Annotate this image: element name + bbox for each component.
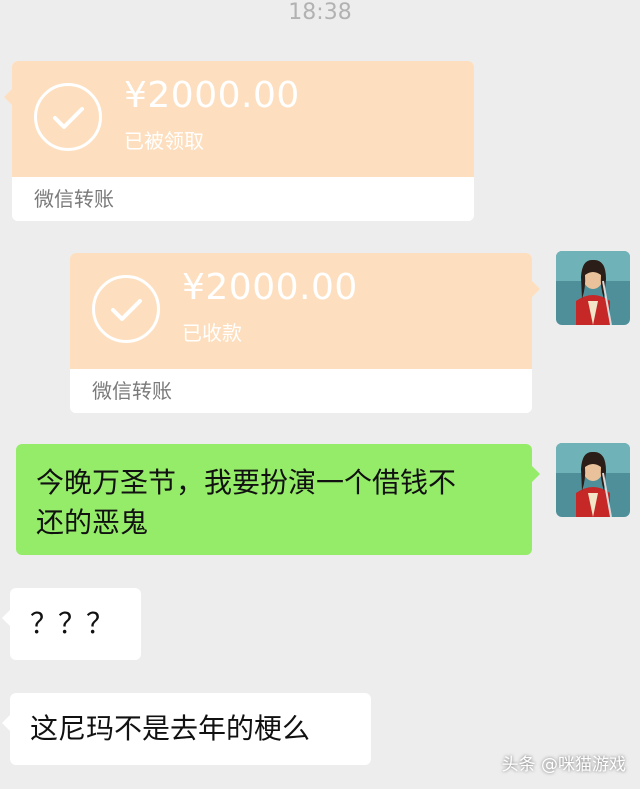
message-line-2: 还的恶鬼 bbox=[36, 506, 149, 539]
chat-bubble-received[interactable]: ？？？ bbox=[2, 588, 141, 660]
transfer-amount: ¥2000.00 bbox=[124, 75, 300, 116]
watermark: 头条 @咪猫游戏 bbox=[501, 755, 626, 775]
bubble-tail bbox=[2, 715, 10, 731]
transfer-status: 已收款 bbox=[182, 321, 242, 345]
chat-bubble-sent[interactable]: 今晚万圣节，我要扮演一个借钱不 还的恶鬼 bbox=[16, 444, 540, 555]
transfer-amount: ¥2000.00 bbox=[182, 267, 358, 308]
transfer-status: 已被领取 bbox=[124, 129, 204, 153]
message-text: ？？？ bbox=[30, 607, 115, 640]
check-circle-icon bbox=[34, 83, 102, 151]
chat-bubble-received[interactable]: 这尼玛不是去年的梗么 bbox=[2, 693, 371, 765]
message-line-1: 今晚万圣节，我要扮演一个借钱不 bbox=[36, 466, 457, 499]
transfer-card-sent[interactable]: ¥2000.00 已收款 微信转账 bbox=[70, 253, 540, 413]
transfer-footer: 微信转账 bbox=[70, 369, 532, 413]
transfer-card-received[interactable]: ¥2000.00 已被领取 微信转账 bbox=[4, 61, 474, 221]
avatar-illustration-icon bbox=[556, 251, 630, 325]
check-circle-icon bbox=[92, 275, 160, 343]
message-text: 这尼玛不是去年的梗么 bbox=[30, 712, 311, 745]
transfer-card-top: ¥2000.00 已收款 bbox=[70, 253, 540, 369]
transfer-footer: 微信转账 bbox=[12, 177, 474, 221]
bubble-tail bbox=[532, 281, 540, 297]
bubble-tail bbox=[2, 610, 10, 626]
timestamp: 18:38 bbox=[288, 0, 352, 25]
user-avatar[interactable] bbox=[556, 251, 630, 325]
user-avatar[interactable] bbox=[556, 443, 630, 517]
transfer-card-top: ¥2000.00 已被领取 bbox=[4, 61, 474, 177]
bubble-tail bbox=[532, 466, 540, 482]
bubble-tail bbox=[4, 89, 12, 105]
avatar-illustration-icon bbox=[556, 443, 630, 517]
